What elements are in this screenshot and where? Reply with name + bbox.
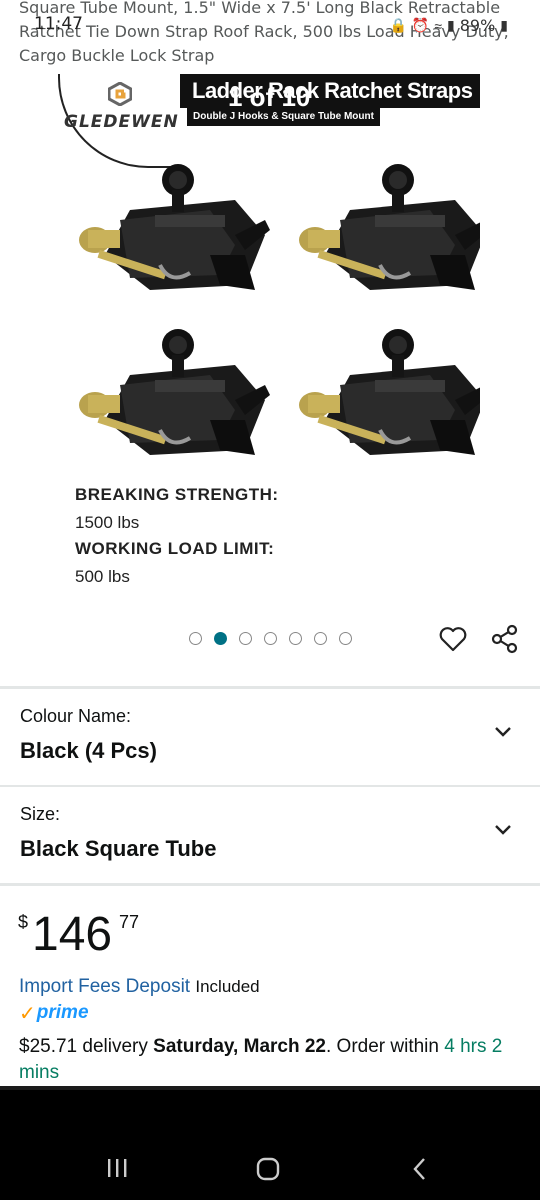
colour-selector[interactable]: Colour Name: Black (4 Pcs) xyxy=(0,690,540,786)
price-symbol: $ xyxy=(18,912,29,932)
image-carousel-controls xyxy=(0,620,540,660)
colour-label: Colour Name: xyxy=(20,706,132,726)
ratchet-straps-illustration xyxy=(77,162,480,457)
price-fraction: 77 xyxy=(119,912,140,932)
colour-value: Black (4 Pcs) xyxy=(20,738,157,763)
spec-breaking-label: BREAKING STRENGTH: xyxy=(75,485,279,504)
carousel-dot[interactable] xyxy=(314,632,327,645)
product-title: Square Tube Mount, 1.5" Wide x 7.5' Long… xyxy=(19,0,509,65)
system-nav-bar xyxy=(0,1086,540,1200)
chevron-down-icon xyxy=(495,825,511,835)
import-fees: Import Fees Deposit Included xyxy=(19,976,260,998)
carousel-dot[interactable] xyxy=(189,632,202,645)
nav-divider xyxy=(0,1086,540,1090)
recents-icon[interactable] xyxy=(104,1156,130,1180)
delivery-cost: $25.71 delivery xyxy=(19,1036,148,1057)
spec-wll-value: 500 lbs xyxy=(75,567,130,586)
price-whole: 146 xyxy=(32,908,113,961)
carousel-dot[interactable] xyxy=(339,632,352,645)
check-icon: ✓ xyxy=(19,1002,36,1025)
chevron-down-icon xyxy=(495,727,511,737)
carousel-dots xyxy=(189,632,352,645)
banner-title: Ladder Rack Ratchet Straps xyxy=(180,74,480,108)
delivery-date: Saturday, March 22 xyxy=(153,1036,326,1057)
back-icon[interactable] xyxy=(408,1156,432,1182)
size-selector[interactable]: Size: Black Square Tube xyxy=(0,788,540,884)
carousel-dot[interactable] xyxy=(264,632,277,645)
carousel-dot[interactable] xyxy=(239,632,252,645)
brand-logo: GLEDEWEN xyxy=(58,74,184,168)
divider xyxy=(0,686,540,689)
home-icon[interactable] xyxy=(255,1156,281,1182)
prime-label: prime xyxy=(36,1002,89,1023)
image-counter: 1 of 10 xyxy=(228,82,311,112)
prime-badge: ✓ prime xyxy=(19,1000,89,1026)
carousel-dot[interactable] xyxy=(289,632,302,645)
size-label: Size: xyxy=(20,804,61,824)
heart-icon[interactable] xyxy=(438,624,468,654)
carousel-dot[interactable] xyxy=(214,632,227,645)
import-fees-included: Included xyxy=(195,977,260,996)
divider xyxy=(0,883,540,886)
size-value: Black Square Tube xyxy=(20,836,217,861)
brand-mark-icon xyxy=(108,82,132,106)
share-icon[interactable] xyxy=(490,624,520,654)
product-image[interactable]: GLEDEWEN Ladder Rack Ratchet Straps Doub… xyxy=(0,72,540,610)
delivery-order-prefix: . Order within xyxy=(325,1036,439,1057)
spec-breaking-value: 1500 lbs xyxy=(75,513,140,532)
divider xyxy=(0,785,540,787)
delivery-info: $25.71 delivery Saturday, March 22. Orde… xyxy=(19,1034,524,1086)
spec-wll-label: WORKING LOAD LIMIT: xyxy=(75,539,275,558)
brand-name: GLEDEWEN xyxy=(64,112,179,132)
import-fees-link[interactable]: Import Fees Deposit xyxy=(19,976,190,997)
